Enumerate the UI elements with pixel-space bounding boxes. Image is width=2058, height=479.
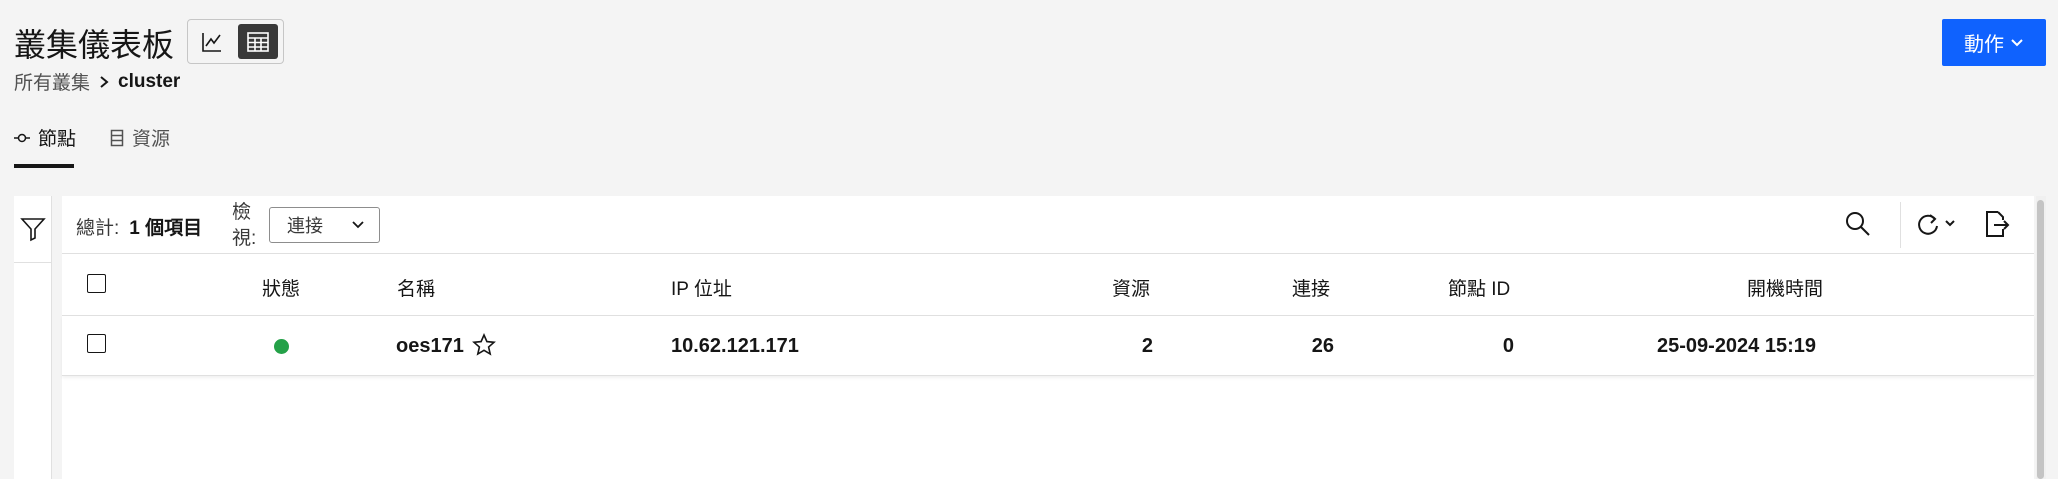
- breadcrumb: 所有叢集 cluster: [14, 68, 180, 95]
- filter-button[interactable]: [20, 216, 46, 247]
- column-header-status[interactable]: 狀態: [262, 274, 300, 301]
- action-button-label: 動作: [1964, 34, 2004, 56]
- refresh-button[interactable]: [1914, 210, 1958, 243]
- column-header-connections[interactable]: 連接: [1292, 274, 1330, 301]
- tab-nodes-label: 節點: [38, 129, 77, 150]
- tab-nodes[interactable]: 節點: [14, 124, 76, 151]
- search-button[interactable]: [1844, 210, 1872, 243]
- search-icon: [1846, 212, 1870, 236]
- node-icon: [14, 133, 30, 142]
- toolbar-divider: [1900, 202, 1901, 248]
- total-count: 總計: 1 個項目: [76, 213, 202, 240]
- table-header-row: [62, 255, 2034, 316]
- rail-divider: [14, 262, 51, 263]
- line-chart-icon: [202, 32, 221, 52]
- column-header-boot-time[interactable]: 開機時間: [1747, 274, 1823, 301]
- table-icon: [247, 31, 269, 52]
- total-value: 1 個項目: [129, 218, 203, 239]
- tab-active-indicator: [14, 164, 74, 168]
- breadcrumb-current: cluster: [118, 70, 181, 92]
- page-title: 叢集儀表板: [14, 27, 175, 63]
- table-view-button[interactable]: [238, 24, 278, 59]
- row-checkbox[interactable]: [87, 334, 106, 353]
- total-label: 總計:: [76, 218, 120, 239]
- chevron-right-icon: [100, 75, 109, 88]
- tab-resources[interactable]: 資源: [110, 124, 170, 151]
- resources-count: 2: [1141, 335, 1153, 357]
- view-toggle: [187, 19, 284, 64]
- column-header-resources[interactable]: 資源: [1112, 274, 1150, 301]
- favorite-button[interactable]: [472, 333, 496, 362]
- ip-address: 10.62.121.171: [671, 335, 799, 357]
- star-icon: [472, 333, 496, 356]
- chevron-down-icon: [2011, 38, 2023, 46]
- tab-resources-label: 資源: [132, 129, 171, 150]
- column-header-ip[interactable]: IP 位址: [671, 274, 732, 301]
- resource-icon: [110, 129, 124, 146]
- node-name[interactable]: oes171: [396, 335, 464, 358]
- action-button[interactable]: 動作: [1942, 19, 2046, 66]
- filter-icon: [20, 218, 46, 242]
- column-header-node-id[interactable]: 節點 ID: [1448, 274, 1510, 301]
- refresh-icon: [1918, 214, 1955, 235]
- select-all-checkbox[interactable]: [87, 274, 106, 293]
- view-select[interactable]: 連接: [269, 207, 380, 243]
- status-indicator: [274, 339, 289, 354]
- scrollbar-thumb[interactable]: [2037, 200, 2044, 479]
- export-icon: [1986, 211, 2010, 237]
- connections-count: 26: [1311, 335, 1334, 357]
- column-header-name[interactable]: 名稱: [397, 274, 435, 301]
- view-select-value: 連接: [287, 216, 323, 236]
- export-button[interactable]: [1982, 210, 2010, 243]
- chart-view-button[interactable]: [192, 24, 232, 59]
- view-label: 檢視:: [232, 202, 257, 249]
- boot-time: 25-09-2024 15:19: [1657, 335, 1817, 357]
- breadcrumb-link-all-clusters[interactable]: 所有叢集: [14, 68, 90, 95]
- chevron-down-icon: [352, 221, 364, 229]
- node-id: 0: [1502, 335, 1514, 357]
